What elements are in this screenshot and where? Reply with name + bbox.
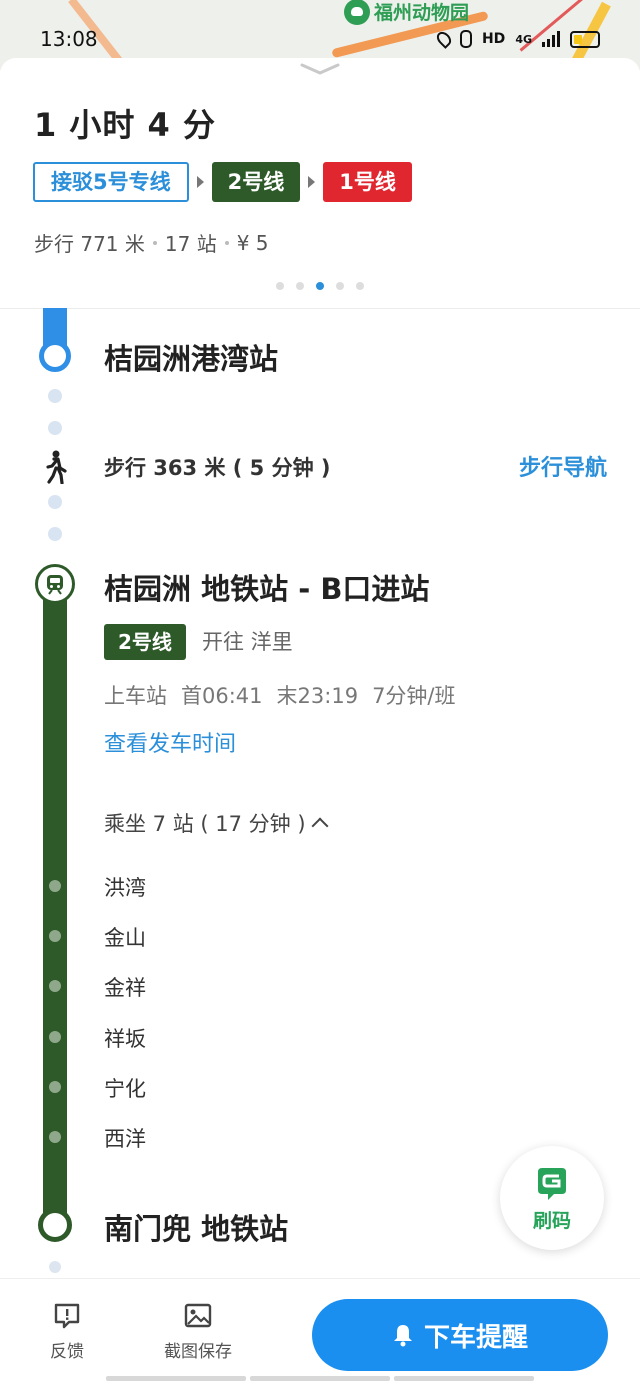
pager-dot[interactable] <box>276 282 284 290</box>
pager-dot[interactable] <box>356 282 364 290</box>
battery-icon <box>570 30 600 48</box>
route-detail-sheet: 1 小时 4 分 接驳5号专线 2号线 1号线 步行 771 米 17 站 ¥ … <box>0 58 640 1388</box>
metro-train-icon <box>47 575 63 595</box>
first-train-time: 首06:41 <box>181 684 263 708</box>
save-screenshot-label: 截图保存 <box>164 1342 232 1362</box>
alight-reminder-button[interactable]: 下车提醒 <box>312 1299 608 1371</box>
route-pager[interactable] <box>276 282 364 290</box>
intermediate-stop: 金祥 <box>104 976 146 1000</box>
arrow-right-icon <box>308 176 316 188</box>
stop-dot <box>49 1131 61 1143</box>
train-headway: 7分钟/班 <box>372 684 456 708</box>
intermediate-stop: 洪湾 <box>104 876 146 900</box>
walk-dot <box>48 421 62 435</box>
intermediate-stop: 西洋 <box>104 1127 146 1151</box>
intermediate-stop: 金山 <box>104 926 146 950</box>
save-screenshot-button[interactable]: 截图保存 <box>164 1301 232 1362</box>
intermediate-stop: 祥坂 <box>104 1027 146 1051</box>
stop-dot <box>49 930 61 942</box>
metro-direction: 开往 洋里 <box>202 630 293 654</box>
alight-node <box>38 1208 72 1242</box>
location-icon <box>434 29 454 49</box>
alighting-station[interactable]: 南门兜 地铁站 <box>104 1206 288 1248</box>
zoo-pin-icon <box>344 0 370 25</box>
signal-icon <box>542 31 560 47</box>
metro-schedule: 上车站 首06:41 末23:19 7分钟/班 <box>104 680 456 710</box>
walk-dot <box>48 495 62 509</box>
chip-metro-line-2: 2号线 <box>211 162 301 202</box>
stop-dot <box>49 980 61 992</box>
alight-reminder-label: 下车提醒 <box>423 1322 528 1353</box>
scan-code-button[interactable]: 刷码 <box>500 1146 604 1250</box>
walking-person-icon <box>46 450 67 484</box>
chevron-up-icon <box>311 817 329 835</box>
feedback-label: 反馈 <box>50 1342 84 1362</box>
scan-code-label: 刷码 <box>532 1209 571 1232</box>
arrow-right-icon <box>196 176 204 188</box>
origin-station[interactable]: 桔园洲港湾站 <box>104 336 278 378</box>
ride-stops-toggle[interactable]: 乘坐 7 站 ( 17 分钟 ) <box>104 808 329 838</box>
stop-dot <box>49 1081 61 1093</box>
walk-navigation-link[interactable]: 步行导航 <box>519 450 607 482</box>
bell-icon <box>393 1325 412 1347</box>
walk-dot <box>48 389 62 403</box>
origin-node <box>39 340 71 372</box>
chip-metro-line-1: 1号线 <box>323 162 412 202</box>
status-bar: 13:08 HD 4G <box>0 22 640 56</box>
chip-bus-line: 接驳5号专线 <box>33 162 189 202</box>
route-chips: 接驳5号专线 2号线 1号线 <box>33 162 412 202</box>
route-stop-count: 17 站 <box>164 232 217 256</box>
route-meta: 步行 771 米 17 站 ¥ 5 <box>34 228 269 257</box>
transit-code-icon <box>538 1167 566 1200</box>
metro-line-badge: 2号线 <box>104 624 186 660</box>
home-indicator[interactable] <box>106 1376 534 1381</box>
feedback-icon <box>54 1303 80 1329</box>
pager-dot[interactable] <box>336 282 344 290</box>
walk-dot <box>49 1261 61 1273</box>
intermediate-stop: 宁化 <box>104 1077 146 1101</box>
stop-dot <box>49 880 61 892</box>
pager-dot-active[interactable] <box>316 282 324 290</box>
network-icon: 4G <box>515 32 532 46</box>
ride-summary: 乘坐 7 站 ( 17 分钟 ) <box>104 812 306 836</box>
route-walk-distance: 步行 771 米 <box>34 232 145 256</box>
bottom-action-bar: 反馈 截图保存 下车提醒 <box>0 1278 640 1388</box>
status-time: 13:08 <box>40 27 98 51</box>
route-fare: ¥ 5 <box>236 230 269 255</box>
walk-dot <box>48 527 62 541</box>
check-departure-times-link[interactable]: 查看发车时间 <box>104 726 236 758</box>
boarding-station[interactable]: 桔园洲 地铁站 - B口进站 <box>104 566 429 608</box>
status-icons: HD 4G <box>434 29 600 49</box>
pager-dot[interactable] <box>296 282 304 290</box>
feedback-button[interactable]: 反馈 <box>50 1301 84 1362</box>
route-summary[interactable]: 1 小时 4 分 接驳5号专线 2号线 1号线 步行 771 米 17 站 ¥ … <box>0 58 640 309</box>
microphone-icon <box>459 30 472 48</box>
route-duration: 1 小时 4 分 <box>34 106 216 144</box>
image-icon <box>184 1303 212 1328</box>
stop-dot <box>49 1031 61 1043</box>
hd-icon: HD <box>481 31 506 47</box>
boarding-label: 上车站 <box>104 684 167 708</box>
last-train-time: 末23:19 <box>276 684 359 708</box>
walk-segment-text: 步行 363 米 ( 5 分钟 ) <box>104 456 331 480</box>
metro-node <box>35 564 75 604</box>
